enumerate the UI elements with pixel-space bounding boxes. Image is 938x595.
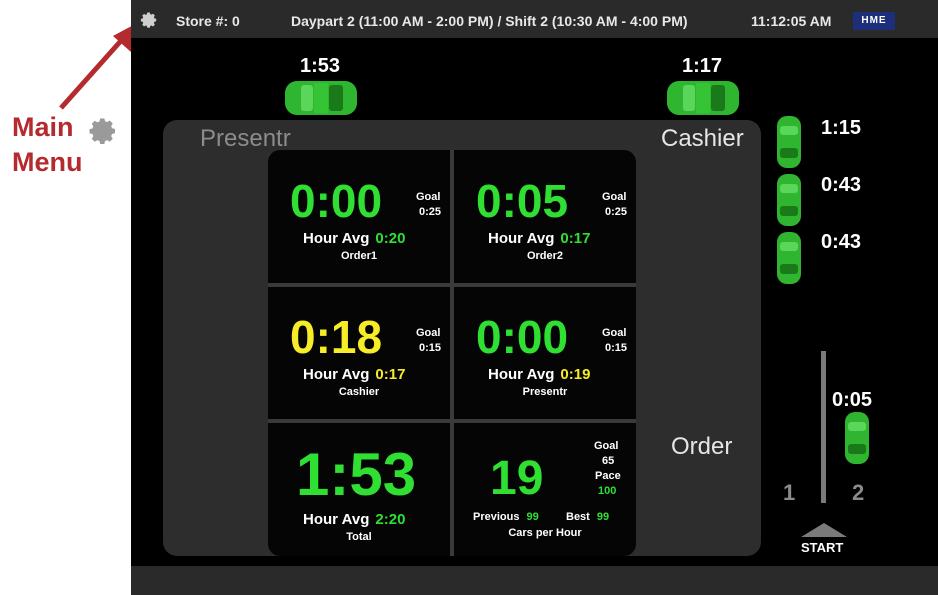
car-timer: 1:53 [300,55,341,77]
hour-avg: Hour Avg 0:17 [303,366,405,383]
timer-name: Presentr [522,386,568,398]
timer-value: 1:53 [296,441,417,508]
car-timer: 1:15 [821,117,862,139]
goal-label: Goal [594,440,619,452]
car-icon [775,172,803,228]
clock: 11:12:05 AM [751,13,832,29]
hour-avg: Hour Avg 0:20 [303,230,405,247]
timer-name: Order2 [526,250,564,262]
best-label: Best [566,511,590,523]
car-icon [283,78,359,118]
hour-avg: Hour Avg 0:17 [488,230,590,247]
goal-label: Goal [602,191,627,203]
lane-divider [821,351,826,503]
previous-label: Previous [473,511,520,523]
annotation-main: Main [12,112,74,142]
timer-value: 0:05 [476,175,569,227]
start-label: START [801,540,844,555]
zone-presentr: Presentr [200,125,291,152]
timer-value: 0:00 [476,311,569,363]
car-timer: 1:17 [682,55,723,77]
start-arrow-icon [801,523,847,537]
previous-value: 99 [526,511,539,523]
car-timer: 0:43 [821,174,862,196]
car-icon [775,114,803,170]
timer-name: Cars per Hour [508,527,582,539]
pace-label: Pace [595,470,621,482]
timer-cell-order2: 0:05 Goal 0:25 Hour Avg 0:17 Order2 [454,150,636,283]
timer-cell-total: 1:53 Hour Avg 2:20 Total [268,423,450,556]
hour-avg-value: 0:17 [375,366,406,383]
previous-stat: Previous 99 [473,511,539,523]
cars-count: 19 [490,452,544,505]
hour-avg-label: Hour Avg [303,366,370,383]
goal-label: Goal [602,327,627,339]
goal-value: 0:15 [605,342,628,354]
timer-name: Cashier [338,386,380,398]
zone-cashier: Cashier [661,125,744,152]
timer-grid: 0:00 Goal 0:25 Hour Avg 0:20 Order1 0:05 … [268,150,636,556]
lane-1-label: 1 [783,480,796,505]
timer-name: Order1 [340,250,378,262]
goal-value: 0:15 [419,342,442,354]
goal-label: Goal [416,327,441,339]
timer-name: Total [346,531,372,543]
timer-cell-cars-per-hour: 19 Goal 65 Pace 100 Previous 99 Best 99 … [454,423,636,556]
hme-logo: HME [853,12,895,30]
hour-avg-label: Hour Avg [488,366,555,383]
best-value: 99 [596,511,610,523]
hour-avg-value: 0:20 [375,230,406,247]
car-icon [843,410,871,466]
hour-avg-value: 0:17 [560,230,591,247]
timer-cell-presentr: 0:00 Goal 0:15 Hour Avg 0:19 Presentr [454,287,636,419]
car-timer: 0:05 [832,389,873,411]
hour-avg-label: Hour Avg [488,230,555,247]
zone-order: Order [671,433,733,460]
gear-icon[interactable] [140,11,158,29]
hour-avg: Hour Avg 2:20 [303,511,405,528]
car-icon [665,78,741,118]
goal-value: 0:25 [605,206,628,218]
bottom-bar [131,566,938,595]
pace-value: 100 [598,485,617,497]
hour-avg-value: 0:19 [560,366,591,383]
timer-cell-order1: 0:00 Goal 0:25 Hour Avg 0:20 Order1 [268,150,450,283]
gear-icon [89,118,115,144]
goal-value: 65 [602,455,615,467]
timer-value: 0:00 [290,175,383,227]
hour-avg: Hour Avg 0:19 [488,366,590,383]
annotation-menu: Menu [12,147,83,177]
lane-2-label: 2 [852,480,865,505]
hour-avg-label: Hour Avg [303,230,370,247]
car-timer: 0:43 [821,231,862,253]
top-bar: Store #: 0 Daypart 2 (11:00 AM - 2:00 PM… [131,0,938,38]
car-icon [775,230,803,286]
goal-label: Goal [416,191,441,203]
timer-cell-cashier: 0:18 Goal 0:15 Hour Avg 0:17 Cashier [268,287,450,419]
store-number: Store #: 0 [176,13,240,29]
hour-avg-value: 2:20 [375,511,406,528]
hour-avg-label: Hour Avg [303,511,370,528]
daypart-info: Daypart 2 (11:00 AM - 2:00 PM) / Shift 2… [291,13,688,29]
goal-value: 0:25 [419,206,442,218]
best-stat: Best 99 [566,511,609,523]
timer-value: 0:18 [290,311,383,363]
